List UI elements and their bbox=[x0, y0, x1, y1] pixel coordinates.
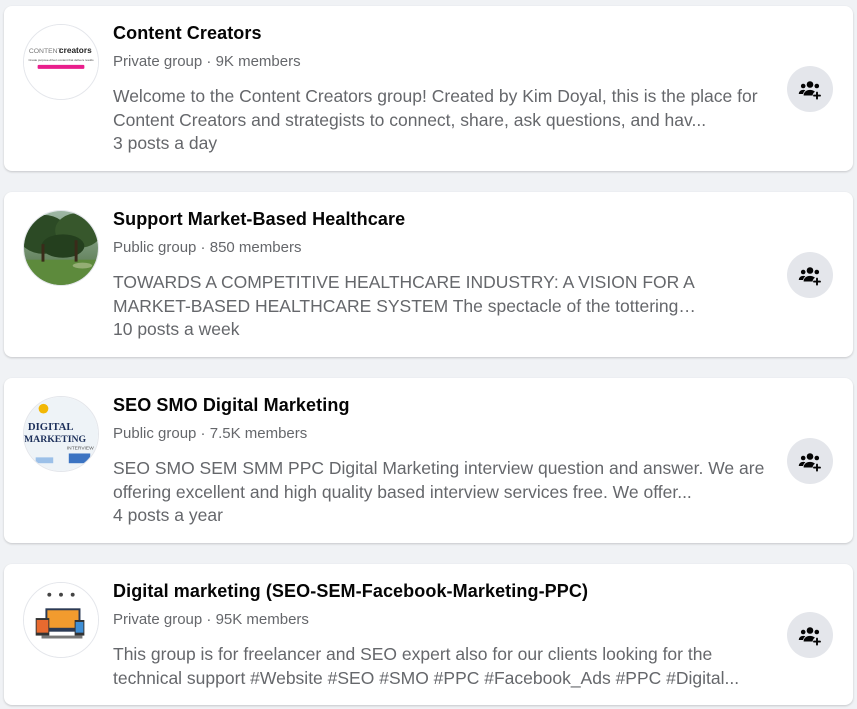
group-members: 850 members bbox=[209, 239, 302, 256]
group-description: Welcome to the Content Creators group! C… bbox=[113, 86, 758, 130]
group-description: TOWARDS A COMPETITIVE HEALTHCARE INDUSTR… bbox=[113, 272, 694, 316]
group-privacy: Public group bbox=[113, 239, 197, 256]
group-members: 95K members bbox=[215, 611, 309, 628]
group-activity: 10 posts a week bbox=[113, 319, 240, 339]
meta-separator: · bbox=[202, 53, 216, 70]
group-name[interactable]: SEO SMO Digital Marketing bbox=[113, 395, 350, 416]
group-privacy: Private group bbox=[113, 611, 203, 628]
avatar-text-line3: INTERVIEW bbox=[67, 446, 94, 452]
group-meta: Private group · 9K members bbox=[113, 53, 301, 70]
group-avatar[interactable] bbox=[23, 582, 99, 658]
park-photo-icon bbox=[24, 211, 98, 285]
group-card[interactable]: Support Market-Based Healthcare Public g… bbox=[4, 192, 853, 357]
join-group-button[interactable] bbox=[787, 252, 833, 298]
group-name[interactable]: Content Creators bbox=[113, 23, 262, 44]
group-avatar[interactable] bbox=[23, 210, 99, 286]
group-activity: 3 posts a day bbox=[113, 133, 218, 153]
group-meta: Public group · 7.5K members bbox=[113, 425, 307, 442]
group-meta: Public group · 850 members bbox=[113, 239, 301, 256]
people-plus-icon bbox=[798, 81, 822, 100]
group-card[interactable]: CONTENT creators Create purpose-driven c… bbox=[4, 6, 853, 171]
join-group-button[interactable] bbox=[787, 66, 833, 112]
group-avatar[interactable]: DIGITAL MARKETING INTERVIEW bbox=[23, 396, 99, 472]
group-name[interactable]: Digital marketing (SEO-SEM-Facebook-Mark… bbox=[113, 581, 588, 602]
group-description: SEO SMO SEM SMM PPC Digital Marketing in… bbox=[113, 458, 765, 502]
content-creators-logo-icon: CONTENT creators Create purpose-driven c… bbox=[24, 25, 98, 99]
logo-bold-text: creators bbox=[59, 46, 92, 55]
group-privacy: Public group bbox=[113, 425, 197, 442]
group-avatar[interactable]: CONTENT creators Create purpose-driven c… bbox=[23, 24, 99, 100]
avatar-text-line2: MARKETING bbox=[24, 434, 87, 445]
join-group-button[interactable] bbox=[787, 612, 833, 658]
group-name[interactable]: Support Market-Based Healthcare bbox=[113, 209, 405, 230]
group-meta: Private group · 95K members bbox=[113, 611, 309, 628]
digital-marketing-logo-icon: DIGITAL MARKETING INTERVIEW bbox=[24, 397, 98, 471]
logo-light-text: CONTENT bbox=[29, 48, 62, 55]
group-card[interactable]: DIGITAL MARKETING INTERVIEW SEO SMO Digi… bbox=[4, 378, 853, 543]
meta-separator: · bbox=[196, 239, 210, 256]
people-plus-icon bbox=[798, 453, 822, 472]
logo-tagline-text: Create purpose-driven content that deliv… bbox=[28, 58, 94, 62]
group-card[interactable]: Digital marketing (SEO-SEM-Facebook-Mark… bbox=[4, 564, 853, 705]
group-description: This group is for freelancer and SEO exp… bbox=[113, 644, 740, 688]
people-plus-icon bbox=[798, 267, 822, 286]
devices-mockup-icon bbox=[24, 583, 98, 657]
group-members: 7.5K members bbox=[209, 425, 308, 442]
group-privacy: Private group bbox=[113, 53, 203, 70]
meta-separator: · bbox=[202, 611, 216, 628]
avatar-text-line1: DIGITAL bbox=[28, 421, 74, 433]
meta-separator: · bbox=[196, 425, 210, 442]
group-activity: 4 posts a year bbox=[113, 505, 223, 525]
people-plus-icon bbox=[798, 627, 822, 646]
group-members: 9K members bbox=[215, 53, 301, 70]
join-group-button[interactable] bbox=[787, 438, 833, 484]
